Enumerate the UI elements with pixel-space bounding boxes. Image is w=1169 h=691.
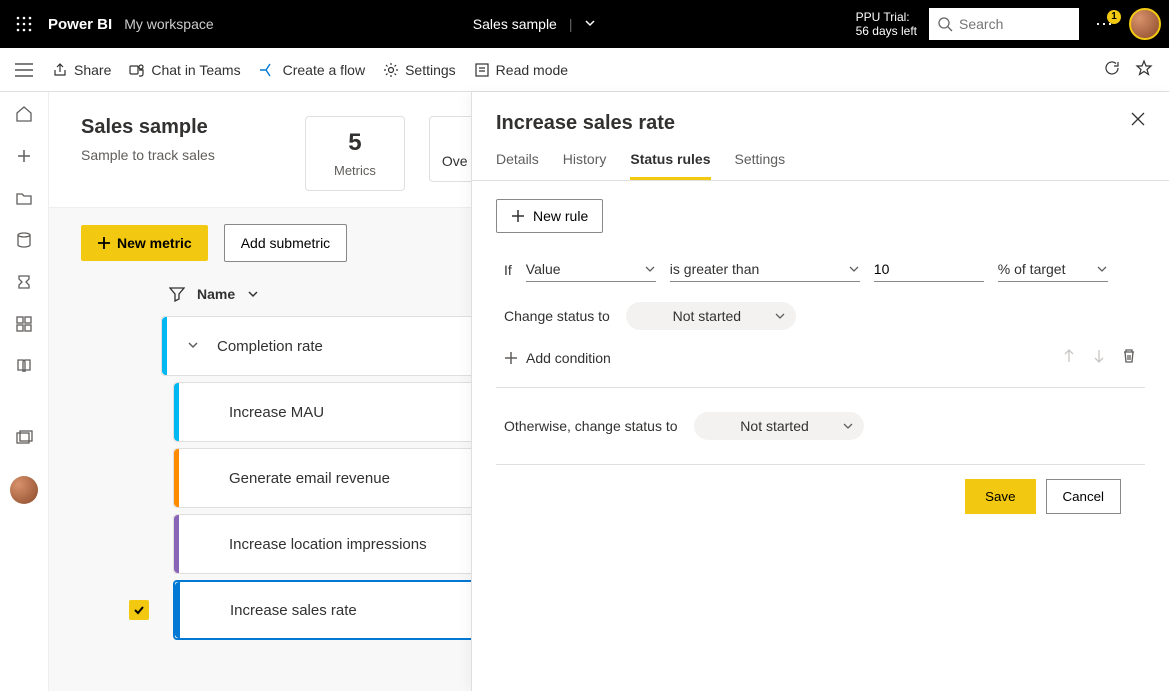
move-up-button[interactable] <box>1061 348 1077 367</box>
report-dropdown[interactable] <box>584 16 596 32</box>
selected-check[interactable] <box>129 600 149 620</box>
delete-rule-button[interactable] <box>1121 348 1137 367</box>
app-launcher[interactable] <box>8 8 40 40</box>
flow-icon <box>259 62 277 78</box>
close-panel-button[interactable] <box>1131 112 1145 131</box>
status-stripe <box>174 383 179 441</box>
status-dropdown[interactable]: Not started <box>626 302 796 330</box>
if-label: If <box>504 262 512 278</box>
chat-teams-button[interactable]: Chat in Teams <box>129 62 240 78</box>
refresh-icon <box>1103 59 1121 77</box>
apps-nav[interactable] <box>12 312 36 336</box>
close-icon <box>1131 112 1145 126</box>
metrics-count-card: 5 Metrics <box>305 116 405 191</box>
add-condition-button[interactable]: Add condition <box>496 350 619 366</box>
refresh-button[interactable] <box>1103 59 1121 80</box>
tab-status-rules[interactable]: Status rules <box>630 151 710 180</box>
workspaces-nav[interactable] <box>12 426 36 450</box>
gear-icon <box>383 62 399 78</box>
status-stripe <box>174 515 179 573</box>
share-button[interactable]: Share <box>52 62 111 78</box>
share-icon <box>52 62 68 78</box>
settings-button[interactable]: Settings <box>383 62 456 78</box>
search-input[interactable] <box>929 8 1079 40</box>
home-nav[interactable] <box>12 102 36 126</box>
search-icon <box>937 16 953 32</box>
plus-icon <box>504 351 518 365</box>
new-rule-button[interactable]: New rule <box>496 199 603 233</box>
details-panel: Increase sales rate Details History Stat… <box>471 92 1169 691</box>
user-avatar[interactable] <box>1129 8 1161 40</box>
tab-details[interactable]: Details <box>496 151 539 180</box>
add-submetric-button[interactable]: Add submetric <box>224 224 347 262</box>
scorecard-title: Sales sample <box>81 116 281 139</box>
tab-history[interactable]: History <box>563 151 607 180</box>
chevron-down-icon <box>644 263 656 275</box>
scorecard-subtitle: Sample to track sales <box>81 147 281 163</box>
otherwise-status-dropdown[interactable]: Not started <box>694 412 864 440</box>
favorite-button[interactable] <box>1135 59 1153 80</box>
browse-nav[interactable] <box>12 186 36 210</box>
change-status-label: Change status to <box>504 308 610 324</box>
name-column[interactable]: Name <box>197 286 235 302</box>
chevron-down-icon <box>842 420 854 432</box>
teams-icon <box>129 62 145 78</box>
create-flow-button[interactable]: Create a flow <box>259 62 365 78</box>
chevron-down-icon[interactable] <box>247 288 259 300</box>
trash-icon <box>1121 348 1137 364</box>
brand-label: Power BI <box>48 16 112 33</box>
save-button[interactable]: Save <box>965 479 1035 514</box>
star-icon <box>1135 59 1153 77</box>
tab-settings[interactable]: Settings <box>735 151 786 180</box>
more-options[interactable]: ⋯ <box>1091 14 1117 35</box>
status-stripe <box>174 449 179 507</box>
chevron-down-icon <box>1096 263 1108 275</box>
workspace-crumb[interactable]: My workspace <box>124 16 213 32</box>
nav-toggle[interactable] <box>12 58 36 82</box>
arrow-down-icon <box>1091 348 1107 364</box>
expand-toggle[interactable] <box>186 338 200 355</box>
my-workspace-avatar[interactable] <box>10 476 38 504</box>
otherwise-label: Otherwise, change status to <box>504 418 678 434</box>
unit-dropdown[interactable]: % of target <box>998 257 1108 282</box>
status-stripe <box>175 582 180 638</box>
create-nav[interactable] <box>12 144 36 168</box>
cancel-button[interactable]: Cancel <box>1046 479 1122 514</box>
read-mode-button[interactable]: Read mode <box>474 62 568 78</box>
plus-icon <box>97 236 111 250</box>
threshold-input[interactable] <box>874 257 984 282</box>
arrow-up-icon <box>1061 348 1077 364</box>
operator-dropdown[interactable]: is greater than <box>670 257 860 282</box>
panel-title: Increase sales rate <box>496 112 675 135</box>
chevron-down-icon <box>848 263 860 275</box>
divider: | <box>569 16 573 32</box>
status-stripe <box>162 317 167 375</box>
learn-nav[interactable] <box>12 354 36 378</box>
metrics-nav[interactable] <box>12 270 36 294</box>
plus-icon <box>511 209 525 223</box>
trial-info: PPU Trial: 56 days left <box>856 10 917 38</box>
move-down-button[interactable] <box>1091 348 1107 367</box>
data-hub-nav[interactable] <box>12 228 36 252</box>
chevron-down-icon <box>774 310 786 322</box>
report-name[interactable]: Sales sample <box>473 16 557 32</box>
filter-icon[interactable] <box>169 286 185 302</box>
value-dropdown[interactable]: Value <box>526 257 656 282</box>
new-metric-button[interactable]: New metric <box>81 225 208 261</box>
read-icon <box>474 62 490 78</box>
